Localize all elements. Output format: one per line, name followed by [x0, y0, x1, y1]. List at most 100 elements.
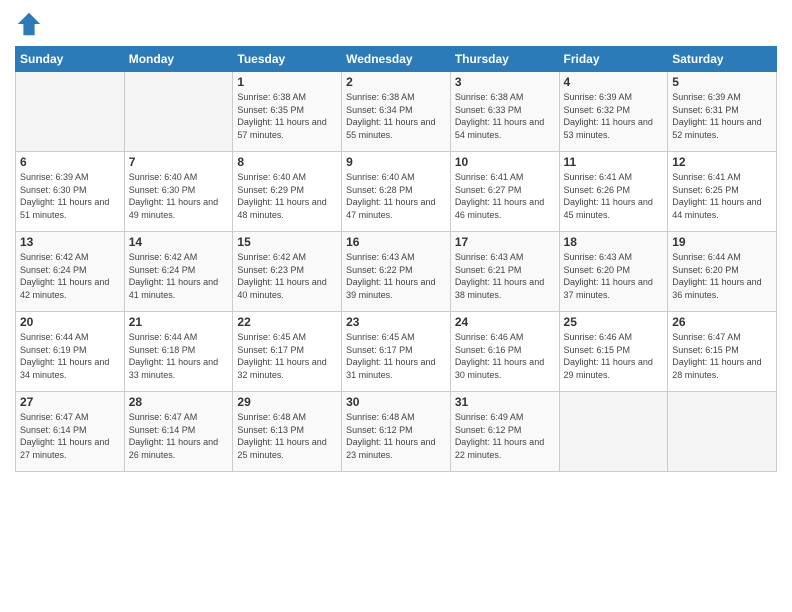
- day-number: 22: [237, 315, 337, 329]
- day-info: Sunrise: 6:42 AM Sunset: 6:24 PM Dayligh…: [129, 251, 229, 301]
- day-number: 11: [564, 155, 664, 169]
- calendar-cell: 24 Sunrise: 6:46 AM Sunset: 6:16 PM Dayli…: [450, 312, 559, 392]
- calendar-cell: 13 Sunrise: 6:42 AM Sunset: 6:24 PM Dayli…: [16, 232, 125, 312]
- day-number: 16: [346, 235, 446, 249]
- weekday-header-saturday: Saturday: [668, 47, 777, 72]
- day-info: Sunrise: 6:40 AM Sunset: 6:30 PM Dayligh…: [129, 171, 229, 221]
- calendar-cell: 3Sunrise: 6:38 AM Sunset: 6:33 PM Daylig…: [450, 72, 559, 152]
- day-info: Sunrise: 6:45 AM Sunset: 6:17 PM Dayligh…: [237, 331, 337, 381]
- day-number: 23: [346, 315, 446, 329]
- day-number: 27: [20, 395, 120, 409]
- day-info: Sunrise: 6:49 AM Sunset: 6:12 PM Dayligh…: [455, 411, 555, 461]
- calendar-cell: 5 Sunrise: 6:39 AM Sunset: 6:31 PM Daylig…: [668, 72, 777, 152]
- day-info: Sunrise: 6:38 AM Sunset: 6:33 PM Dayligh…: [455, 91, 555, 141]
- calendar-week-row: 13 Sunrise: 6:42 AM Sunset: 6:24 PM Dayli…: [16, 232, 777, 312]
- calendar-cell: 26 Sunrise: 6:47 AM Sunset: 6:15 PM Dayli…: [668, 312, 777, 392]
- day-info: Sunrise: 6:47 AM Sunset: 6:14 PM Dayligh…: [20, 411, 120, 461]
- day-info: Sunrise: 6:47 AM Sunset: 6:14 PM Dayligh…: [129, 411, 229, 461]
- calendar-cell: 29 Sunrise: 6:48 AM Sunset: 6:13 PM Dayli…: [233, 392, 342, 472]
- calendar-cell: 28 Sunrise: 6:47 AM Sunset: 6:14 PM Dayli…: [124, 392, 233, 472]
- day-number: 15: [237, 235, 337, 249]
- day-number: 4: [564, 75, 664, 89]
- day-info: Sunrise: 6:45 AM Sunset: 6:17 PM Dayligh…: [346, 331, 446, 381]
- day-info: Sunrise: 6:42 AM Sunset: 6:23 PM Dayligh…: [237, 251, 337, 301]
- calendar-cell: [124, 72, 233, 152]
- day-info: Sunrise: 6:43 AM Sunset: 6:21 PM Dayligh…: [455, 251, 555, 301]
- day-info: Sunrise: 6:39 AM Sunset: 6:30 PM Dayligh…: [20, 171, 120, 221]
- day-number: 2: [346, 75, 446, 89]
- day-info: Sunrise: 6:48 AM Sunset: 6:13 PM Dayligh…: [237, 411, 337, 461]
- day-number: 12: [672, 155, 772, 169]
- weekday-header-row: SundayMondayTuesdayWednesdayThursdayFrid…: [16, 47, 777, 72]
- calendar-cell: 11 Sunrise: 6:41 AM Sunset: 6:26 PM Dayli…: [559, 152, 668, 232]
- calendar-cell: 7 Sunrise: 6:40 AM Sunset: 6:30 PM Daylig…: [124, 152, 233, 232]
- day-info: Sunrise: 6:39 AM Sunset: 6:32 PM Dayligh…: [564, 91, 664, 141]
- day-info: Sunrise: 6:44 AM Sunset: 6:20 PM Dayligh…: [672, 251, 772, 301]
- day-info: Sunrise: 6:41 AM Sunset: 6:26 PM Dayligh…: [564, 171, 664, 221]
- logo-icon: [15, 10, 43, 38]
- day-number: 26: [672, 315, 772, 329]
- calendar-cell: 14 Sunrise: 6:42 AM Sunset: 6:24 PM Dayli…: [124, 232, 233, 312]
- calendar-cell: 25 Sunrise: 6:46 AM Sunset: 6:15 PM Dayli…: [559, 312, 668, 392]
- calendar-cell: 22 Sunrise: 6:45 AM Sunset: 6:17 PM Dayli…: [233, 312, 342, 392]
- day-number: 29: [237, 395, 337, 409]
- calendar-cell: 23 Sunrise: 6:45 AM Sunset: 6:17 PM Dayli…: [342, 312, 451, 392]
- day-info: Sunrise: 6:41 AM Sunset: 6:27 PM Dayligh…: [455, 171, 555, 221]
- day-info: Sunrise: 6:42 AM Sunset: 6:24 PM Dayligh…: [20, 251, 120, 301]
- weekday-header-monday: Monday: [124, 47, 233, 72]
- day-info: Sunrise: 6:38 AM Sunset: 6:34 PM Dayligh…: [346, 91, 446, 141]
- weekday-header-thursday: Thursday: [450, 47, 559, 72]
- calendar-cell: 17 Sunrise: 6:43 AM Sunset: 6:21 PM Dayli…: [450, 232, 559, 312]
- calendar-cell: 10 Sunrise: 6:41 AM Sunset: 6:27 PM Dayli…: [450, 152, 559, 232]
- day-number: 19: [672, 235, 772, 249]
- day-number: 25: [564, 315, 664, 329]
- day-number: 21: [129, 315, 229, 329]
- day-number: 9: [346, 155, 446, 169]
- logo-area: [15, 10, 45, 38]
- day-info: Sunrise: 6:47 AM Sunset: 6:15 PM Dayligh…: [672, 331, 772, 381]
- day-info: Sunrise: 6:40 AM Sunset: 6:28 PM Dayligh…: [346, 171, 446, 221]
- calendar-cell: 27 Sunrise: 6:47 AM Sunset: 6:14 PM Dayli…: [16, 392, 125, 472]
- day-info: Sunrise: 6:39 AM Sunset: 6:31 PM Dayligh…: [672, 91, 772, 141]
- calendar-week-row: 27 Sunrise: 6:47 AM Sunset: 6:14 PM Dayli…: [16, 392, 777, 472]
- calendar-cell: 18Sunrise: 6:43 AM Sunset: 6:20 PM Dayli…: [559, 232, 668, 312]
- weekday-header-friday: Friday: [559, 47, 668, 72]
- calendar-cell: [559, 392, 668, 472]
- day-number: 28: [129, 395, 229, 409]
- weekday-header-tuesday: Tuesday: [233, 47, 342, 72]
- header: [15, 10, 777, 38]
- calendar-cell: 20Sunrise: 6:44 AM Sunset: 6:19 PM Dayli…: [16, 312, 125, 392]
- day-info: Sunrise: 6:46 AM Sunset: 6:16 PM Dayligh…: [455, 331, 555, 381]
- day-number: 24: [455, 315, 555, 329]
- calendar-cell: 2 Sunrise: 6:38 AM Sunset: 6:34 PM Daylig…: [342, 72, 451, 152]
- day-info: Sunrise: 6:44 AM Sunset: 6:18 PM Dayligh…: [129, 331, 229, 381]
- day-number: 10: [455, 155, 555, 169]
- calendar-cell: [16, 72, 125, 152]
- day-info: Sunrise: 6:43 AM Sunset: 6:20 PM Dayligh…: [564, 251, 664, 301]
- calendar-cell: 4 Sunrise: 6:39 AM Sunset: 6:32 PM Daylig…: [559, 72, 668, 152]
- calendar-cell: 15 Sunrise: 6:42 AM Sunset: 6:23 PM Dayli…: [233, 232, 342, 312]
- day-number: 30: [346, 395, 446, 409]
- day-number: 6: [20, 155, 120, 169]
- day-number: 13: [20, 235, 120, 249]
- day-number: 20: [20, 315, 120, 329]
- calendar-week-row: 20Sunrise: 6:44 AM Sunset: 6:19 PM Dayli…: [16, 312, 777, 392]
- calendar-cell: 6 Sunrise: 6:39 AM Sunset: 6:30 PM Daylig…: [16, 152, 125, 232]
- calendar-cell: 9 Sunrise: 6:40 AM Sunset: 6:28 PM Daylig…: [342, 152, 451, 232]
- page: SundayMondayTuesdayWednesdayThursdayFrid…: [0, 0, 792, 612]
- calendar-cell: 30Sunrise: 6:48 AM Sunset: 6:12 PM Dayli…: [342, 392, 451, 472]
- day-info: Sunrise: 6:46 AM Sunset: 6:15 PM Dayligh…: [564, 331, 664, 381]
- calendar-week-row: 1Sunrise: 6:38 AM Sunset: 6:35 PM Daylig…: [16, 72, 777, 152]
- day-number: 14: [129, 235, 229, 249]
- calendar-cell: 1Sunrise: 6:38 AM Sunset: 6:35 PM Daylig…: [233, 72, 342, 152]
- day-number: 5: [672, 75, 772, 89]
- calendar-cell: 8Sunrise: 6:40 AM Sunset: 6:29 PM Daylig…: [233, 152, 342, 232]
- day-number: 17: [455, 235, 555, 249]
- calendar-cell: 31Sunrise: 6:49 AM Sunset: 6:12 PM Dayli…: [450, 392, 559, 472]
- calendar-cell: 21 Sunrise: 6:44 AM Sunset: 6:18 PM Dayli…: [124, 312, 233, 392]
- calendar: SundayMondayTuesdayWednesdayThursdayFrid…: [15, 46, 777, 472]
- day-number: 7: [129, 155, 229, 169]
- day-number: 8: [237, 155, 337, 169]
- calendar-cell: 16Sunrise: 6:43 AM Sunset: 6:22 PM Dayli…: [342, 232, 451, 312]
- day-info: Sunrise: 6:38 AM Sunset: 6:35 PM Dayligh…: [237, 91, 337, 141]
